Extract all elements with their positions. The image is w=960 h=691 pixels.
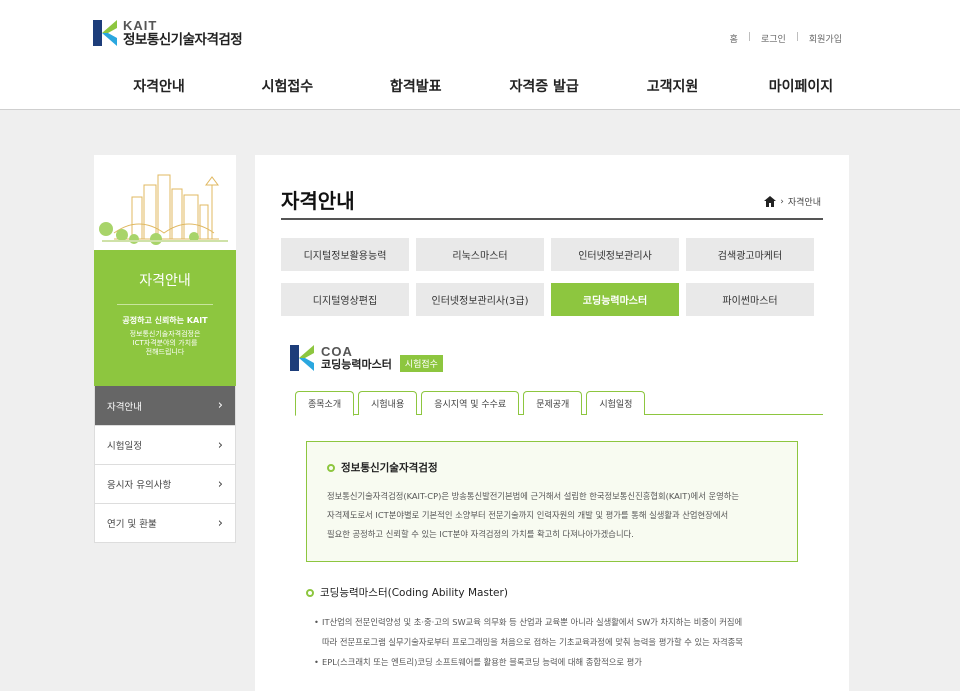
breadcrumb-current[interactable]: 자격안내 xyxy=(788,195,821,208)
coa-section: 코딩능력마스터(Coding Ability Master) IT산업의 전문인… xyxy=(306,585,826,672)
list-item: IT산업의 전문인력양성 및 초·중·고의 SW교육 의무화 등 산업과 교육뿐… xyxy=(314,612,826,652)
sidebar-item-schedule[interactable]: 시험일정 › xyxy=(95,425,235,464)
list-item-line: IT산업의 전문인력양성 및 초·중·고의 SW교육 의무화 등 산업과 교육뿐… xyxy=(322,617,743,627)
coa-name: 코딩능력마스터 xyxy=(321,357,392,371)
coa-section-title: 코딩능력마스터(Coding Ability Master) xyxy=(320,587,508,599)
chevron-right-icon: › xyxy=(217,437,223,453)
intro-box: 정보통신기술자격검정 정보통신기술자격검정(KAIT-CP)은 방송통신발전기본… xyxy=(306,441,798,562)
detail-tabs: 종목소개 시험내용 응시지역 및 수수료 문제공개 시험일정 xyxy=(295,391,823,416)
site-header: KAIT 정보통신기술자격검정 홈 | 로그인 | 회원가입 자격안내 시험접수… xyxy=(0,0,960,110)
divider xyxy=(117,304,213,305)
title-divider xyxy=(281,218,823,220)
sidebar-item-notice[interactable]: 응시자 유의사항 › xyxy=(95,464,235,503)
coa-section-heading: 코딩능력마스터(Coding Ability Master) xyxy=(306,585,826,600)
kait-logo-icon xyxy=(93,20,117,46)
sidebar-desc-line: ICT자격분야의 가치를 xyxy=(132,338,198,347)
tab-overview[interactable]: 종목소개 xyxy=(295,391,355,416)
cert-internet-info[interactable]: 인터넷정보관리사 xyxy=(551,238,679,271)
cert-coding-master[interactable]: 코딩능력마스터 xyxy=(551,283,679,316)
intro-line: 필요한 공정하고 신뢰할 수 있는 ICT분야 자격검정의 가치를 확고히 다져… xyxy=(327,529,634,539)
main-nav: 자격안내 시험접수 합격발표 자격증 발급 고객지원 마이페이지 xyxy=(95,76,865,96)
breadcrumb: › 자격안내 xyxy=(764,195,821,208)
coa-code: COA xyxy=(321,343,353,359)
nav-item-certificate[interactable]: 자격증 발급 xyxy=(480,76,608,96)
intro-title: 정보통신기술자격검정 xyxy=(341,462,438,474)
cert-digital-info[interactable]: 디지털정보활용능력 xyxy=(281,238,409,271)
sidebar-desc-line: 전해드립니다 xyxy=(145,347,185,356)
coa-logo-icon xyxy=(290,344,314,371)
chevron-right-icon: › xyxy=(217,515,223,531)
list-item-line: 따라 전문프로그램 실무기술자로부터 프로그래밍을 처음으로 접하는 기초교육과… xyxy=(322,637,743,647)
cert-python-master[interactable]: 파이썬마스터 xyxy=(686,283,814,316)
chevron-right-icon: › xyxy=(217,476,223,492)
nav-item-registration[interactable]: 시험접수 xyxy=(223,76,351,96)
nav-item-support[interactable]: 고객지원 xyxy=(609,76,737,96)
intro-text: 정보통신기술자격검정(KAIT-CP)은 방송통신발전기본법에 근거해서 설립한… xyxy=(327,487,777,544)
circle-bullet-icon xyxy=(306,588,314,597)
logo-org-name: 정보통신기술자격검정 xyxy=(123,31,243,48)
nav-item-mypage[interactable]: 마이페이지 xyxy=(737,76,865,96)
home-icon[interactable] xyxy=(764,196,777,207)
sidebar-banner: 자격안내 공정하고 신뢰하는 KAIT 정보통신기술자격검정은 ICT자격분야의… xyxy=(94,250,236,386)
sidebar-item-label: 자격안내 xyxy=(107,401,142,413)
sidebar-item-refund[interactable]: 연기 및 환불 › xyxy=(95,503,235,542)
tab-questions[interactable]: 문제공개 xyxy=(523,391,583,415)
cert-internet-info-3[interactable]: 인터넷정보관리사(3급) xyxy=(416,283,544,316)
circle-bullet-icon xyxy=(327,463,335,472)
page-title: 자격안내 xyxy=(281,189,355,213)
kait-logo[interactable]: KAIT 정보통신기술자격검정 xyxy=(93,17,243,48)
intro-heading: 정보통신기술자격검정 xyxy=(327,460,777,475)
certification-tabs: 디지털정보활용능력 리눅스마스터 인터넷정보관리사 검색광고마케터 디지털영상편… xyxy=(281,238,814,316)
cert-search-ad[interactable]: 검색광고마케터 xyxy=(686,238,814,271)
city-skyline-icon xyxy=(99,174,228,245)
registration-badge[interactable]: 시험접수 xyxy=(399,355,443,372)
chevron-right-icon: › xyxy=(780,196,784,207)
sidebar-desc-line: 정보통신기술자격검정은 xyxy=(129,330,201,338)
divider: | xyxy=(747,32,751,42)
intro-line: 정보통신기술자격검정(KAIT-CP)은 방송통신발전기본법에 근거해서 설립한… xyxy=(327,491,739,501)
divider: | xyxy=(795,32,799,42)
chevron-right-icon: › xyxy=(217,398,223,413)
intro-line: 자격제도로서 ICT분야별로 기본적인 소양부터 전문기술까지 인력자원의 개발… xyxy=(327,510,729,520)
login-link[interactable]: 로그인 xyxy=(761,32,786,45)
nav-item-qualification[interactable]: 자격안내 xyxy=(95,76,223,96)
main-content: 자격안내 › 자격안내 디지털정보활용능력 리눅스마스터 인터넷정보관리사 검색… xyxy=(255,155,849,691)
utility-links: 홈 | 로그인 | 회원가입 xyxy=(730,32,842,45)
home-link[interactable]: 홈 xyxy=(730,32,738,45)
cert-digital-video[interactable]: 디지털영상편집 xyxy=(281,283,409,316)
sidebar: 자격안내 공정하고 신뢰하는 KAIT 정보통신기술자격검정은 ICT자격분야의… xyxy=(94,155,236,543)
tab-exam-content[interactable]: 시험내용 xyxy=(358,391,418,415)
sidebar-item-label: 시험일정 xyxy=(107,441,142,452)
sidebar-item-label: 연기 및 환불 xyxy=(107,519,157,530)
list-item: EPL(스크래치 또는 엔트리)코딩 소프트웨어를 활용한 블록코딩 능력에 대… xyxy=(314,652,826,672)
tab-region-fee[interactable]: 응시지역 및 수수료 xyxy=(421,391,520,415)
cert-linux-master[interactable]: 리눅스마스터 xyxy=(416,238,544,271)
sidebar-item-qualification[interactable]: 자격안내 › xyxy=(95,386,235,425)
signup-link[interactable]: 회원가입 xyxy=(809,32,842,45)
city-illustration xyxy=(94,155,236,250)
sidebar-menu: 자격안내 › 시험일정 › 응시자 유의사항 › 연기 및 환불 › xyxy=(94,386,236,543)
tab-schedule[interactable]: 시험일정 xyxy=(586,391,646,415)
sidebar-description: 정보통신기술자격검정은 ICT자격분야의 가치를 전해드립니다 xyxy=(94,330,236,356)
coa-bullets: IT산업의 전문인력양성 및 초·중·고의 SW교육 의무화 등 산업과 교육뿐… xyxy=(306,612,826,672)
sidebar-slogan: 공정하고 신뢰하는 KAIT xyxy=(122,316,208,325)
logo-brand: KAIT xyxy=(123,17,158,33)
sidebar-item-label: 응시자 유의사항 xyxy=(107,480,172,491)
sidebar-title: 자격안내 xyxy=(139,273,191,289)
nav-item-results[interactable]: 합격발표 xyxy=(352,76,480,96)
coa-logo: COA 코딩능력마스터 시험접수 xyxy=(289,343,443,372)
